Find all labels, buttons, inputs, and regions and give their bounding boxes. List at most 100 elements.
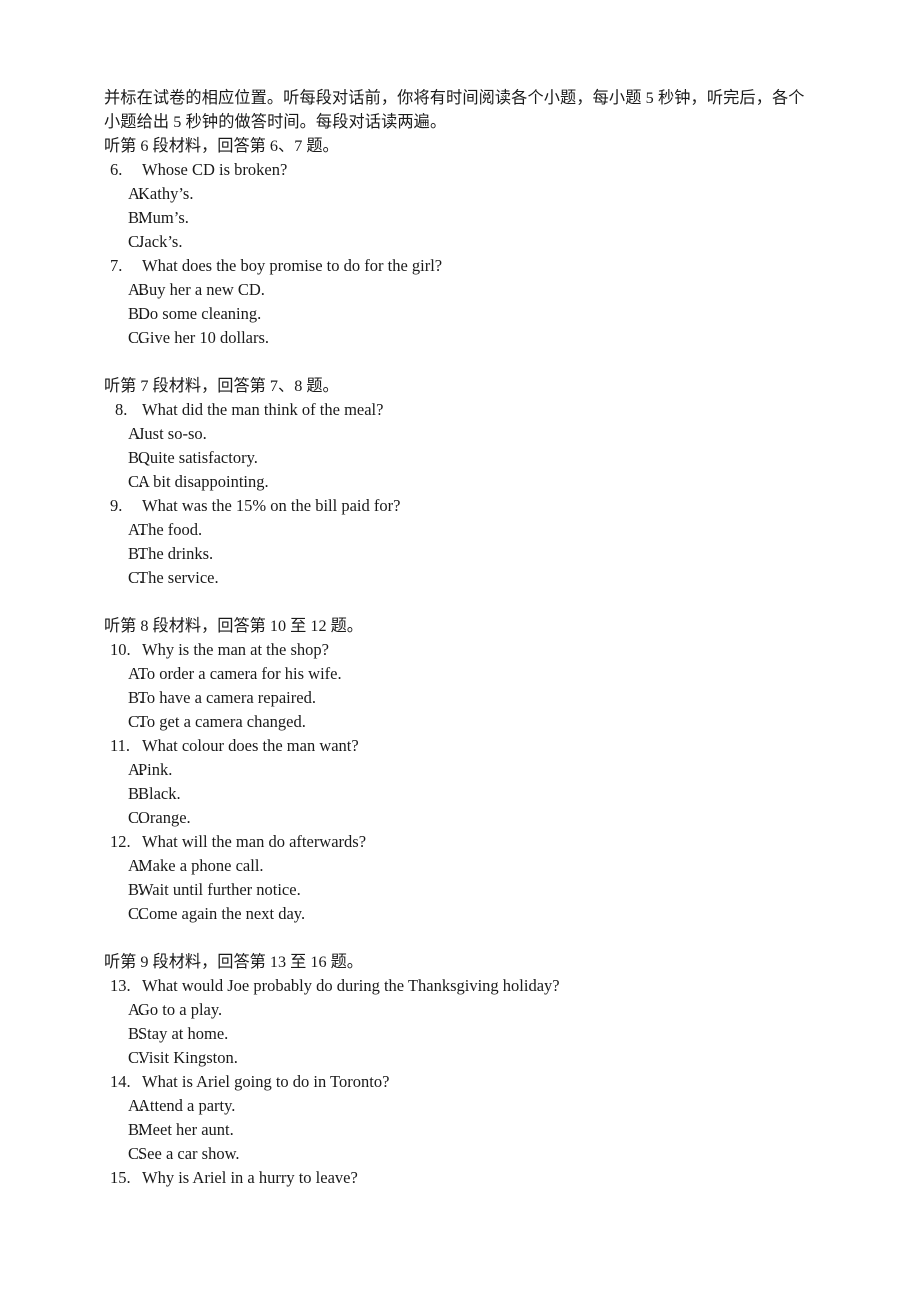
- question-number: 8.: [115, 400, 128, 419]
- option-letter: A.: [128, 184, 145, 203]
- option-letter: C.: [128, 712, 144, 731]
- question-row: 7. What does the boy promise to do for th…: [104, 254, 864, 278]
- question-text: Why is the man at the shop?: [142, 640, 329, 659]
- question-number: 7.: [110, 256, 123, 275]
- answer-option[interactable]: B.Black.: [104, 782, 864, 806]
- question-row: 6. Whose CD is broken?: [104, 158, 864, 182]
- question-number: 13.: [110, 976, 131, 995]
- option-text: Jack’s.: [138, 232, 183, 251]
- option-letter: A.: [128, 280, 145, 299]
- listening-section: 听第 7 段材料，回答第 7、8 题。 8. What did the man th…: [104, 350, 864, 590]
- question-text: What was the 15% on the bill paid for?: [142, 496, 401, 515]
- question-text: What is Ariel going to do in Toronto?: [142, 1072, 390, 1091]
- question-text: What does the boy promise to do for the …: [142, 256, 443, 275]
- answer-option[interactable]: B.Quite satisfactory.: [104, 446, 864, 470]
- answer-option[interactable]: C.Give her 10 dollars.: [104, 326, 864, 350]
- option-text: The service.: [138, 568, 219, 587]
- answer-option[interactable]: B.Stay at home.: [104, 1022, 864, 1046]
- answer-option[interactable]: A.Just so-so.: [104, 422, 864, 446]
- listening-section: 听第 8 段材料，回答第 10 至 12 题。 10. Why is the man…: [104, 590, 864, 926]
- answer-option[interactable]: B.Do some cleaning.: [104, 302, 864, 326]
- option-letter: C.: [128, 472, 144, 491]
- question-number: 12.: [110, 832, 131, 851]
- option-letter: A.: [128, 520, 145, 539]
- option-text: Black.: [138, 784, 181, 803]
- answer-option[interactable]: B.Mum’s.: [104, 206, 864, 230]
- question-text: What will the man do afterwards?: [142, 832, 367, 851]
- answer-option[interactable]: A.To order a camera for his wife.: [104, 662, 864, 686]
- option-text: Go to a play.: [138, 1000, 223, 1019]
- question-number: 6.: [110, 160, 123, 179]
- option-letter: B.: [128, 544, 144, 563]
- option-text: Meet her aunt.: [138, 1120, 234, 1139]
- answer-option[interactable]: C.A bit disappointing.: [104, 470, 864, 494]
- option-text: Just so-so.: [138, 424, 207, 443]
- exam-paper-page: 并标在试卷的相应位置。听每段对话前，你将有时间阅读各个小题，每小题 5 秒钟，听…: [0, 0, 920, 1302]
- question-row: 10. Why is the man at the shop?: [104, 638, 864, 662]
- option-letter: A.: [128, 760, 145, 779]
- answer-option[interactable]: C.Jack’s.: [104, 230, 864, 254]
- option-text: Make a phone call.: [138, 856, 264, 875]
- option-letter: A.: [128, 424, 145, 443]
- option-letter: C.: [128, 1048, 144, 1067]
- answer-option[interactable]: A.Make a phone call.: [104, 854, 864, 878]
- option-text: Orange.: [138, 808, 191, 827]
- option-text: Quite satisfactory.: [138, 448, 258, 467]
- option-text: The drinks.: [138, 544, 214, 563]
- answer-option[interactable]: A.Kathy’s.: [104, 182, 864, 206]
- answer-option[interactable]: C.See a car show.: [104, 1142, 864, 1166]
- option-letter: B.: [128, 448, 144, 467]
- answer-option[interactable]: A.The food.: [104, 518, 864, 542]
- question-row: 12. What will the man do afterwards?: [104, 830, 864, 854]
- question-number: 10.: [110, 640, 131, 659]
- option-text: Mum’s.: [138, 208, 189, 227]
- answer-option[interactable]: A.Buy her a new CD.: [104, 278, 864, 302]
- answer-option[interactable]: A.Attend a party.: [104, 1094, 864, 1118]
- answer-option[interactable]: B.The drinks.: [104, 542, 864, 566]
- option-letter: A.: [128, 664, 145, 683]
- section-header: 听第 6 段材料，回答第 6、7 题。: [104, 137, 339, 155]
- option-letter: C.: [128, 232, 144, 251]
- answer-option[interactable]: B.Meet her aunt.: [104, 1118, 864, 1142]
- answer-option[interactable]: C.Orange.: [104, 806, 864, 830]
- section-header: 听第 8 段材料，回答第 10 至 12 题。: [104, 617, 363, 635]
- option-letter: B.: [128, 880, 144, 899]
- answer-option[interactable]: A.Pink.: [104, 758, 864, 782]
- option-letter: B.: [128, 1120, 144, 1139]
- question-number: 14.: [110, 1072, 131, 1091]
- option-letter: B.: [128, 688, 144, 707]
- intro-paragraph: 并标在试卷的相应位置。听每段对话前，你将有时间阅读各个小题，每小题 5 秒钟，听…: [104, 86, 864, 134]
- question-number: 15.: [110, 1168, 131, 1187]
- option-text: Kathy’s.: [138, 184, 194, 203]
- answer-option[interactable]: B.To have a camera repaired.: [104, 686, 864, 710]
- question-text: Why is Ariel in a hurry to leave?: [142, 1168, 358, 1187]
- answer-option[interactable]: C.Come again the next day.: [104, 902, 864, 926]
- option-letter: A.: [128, 1000, 145, 1019]
- option-letter: B.: [128, 304, 144, 323]
- page-content: 并标在试卷的相应位置。听每段对话前，你将有时间阅读各个小题，每小题 5 秒钟，听…: [104, 86, 864, 1190]
- answer-option[interactable]: A.Go to a play.: [104, 998, 864, 1022]
- option-text: See a car show.: [138, 1144, 240, 1163]
- answer-option[interactable]: C.To get a camera changed.: [104, 710, 864, 734]
- question-row: 15. Why is Ariel in a hurry to leave?: [104, 1166, 864, 1190]
- option-text: Wait until further notice.: [138, 880, 301, 899]
- listening-sections: 听第 6 段材料，回答第 6、7 题。 6. Whose CD is broken?…: [104, 134, 864, 1190]
- option-text: Give her 10 dollars.: [138, 328, 270, 347]
- option-text: Do some cleaning.: [138, 304, 262, 323]
- option-letter: C.: [128, 328, 144, 347]
- option-letter: B.: [128, 784, 144, 803]
- option-letter: A.: [128, 1096, 145, 1115]
- option-letter: C.: [128, 904, 144, 923]
- option-text: Buy her a new CD.: [138, 280, 265, 299]
- option-letter: A.: [128, 856, 145, 875]
- answer-option[interactable]: B.Wait until further notice.: [104, 878, 864, 902]
- answer-option[interactable]: C.The service.: [104, 566, 864, 590]
- option-letter: C.: [128, 808, 144, 827]
- answer-option[interactable]: C.Visit Kingston.: [104, 1046, 864, 1070]
- question-text: What did the man think of the meal?: [142, 400, 384, 419]
- option-text: Visit Kingston.: [138, 1048, 238, 1067]
- intro-line-2: 小题给出 5 秒钟的做答时间。每段对话读两遍。: [104, 113, 447, 131]
- option-text: Come again the next day.: [138, 904, 306, 923]
